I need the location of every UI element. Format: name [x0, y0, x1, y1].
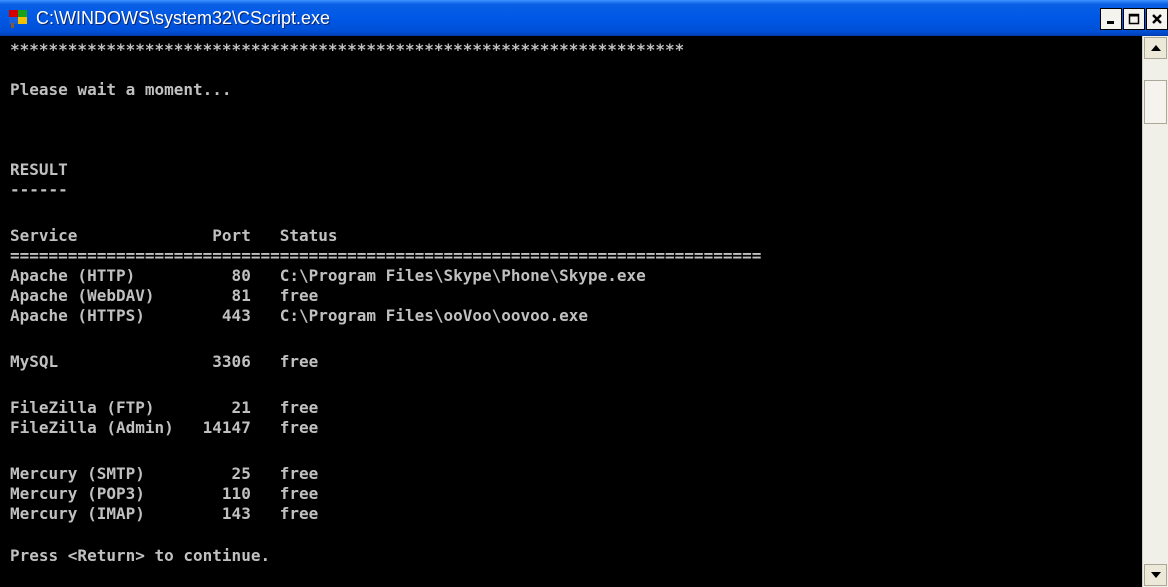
console-line: ------ [10, 180, 68, 199]
console-line: Please wait a moment... [10, 80, 232, 99]
console-line: Mercury (IMAP) 143 free [10, 504, 319, 523]
scroll-down-button[interactable] [1144, 564, 1167, 586]
console-line: Press <Return> to continue. [10, 546, 271, 565]
console-line: Apache (HTTP) 80 C:\Program Files\Skype\… [10, 266, 646, 285]
cscript-icon [9, 10, 27, 28]
console-line: FileZilla (FTP) 21 free [10, 398, 319, 417]
down-arrow-icon [1150, 572, 1161, 578]
minimize-icon [1107, 21, 1114, 24]
vertical-scrollbar[interactable] [1142, 36, 1168, 587]
console-line: MySQL 3306 free [10, 352, 319, 371]
title-bar[interactable]: C:\WINDOWS\system32\CScript.exe [0, 0, 1168, 36]
close-button[interactable] [1146, 8, 1168, 30]
console-line: Mercury (POP3) 110 free [10, 484, 319, 503]
console-window: C:\WINDOWS\system32\CScript.exe ********… [0, 0, 1168, 587]
maximize-button[interactable] [1123, 8, 1145, 30]
scroll-up-button[interactable] [1144, 37, 1167, 59]
close-icon [1152, 14, 1162, 24]
console-line: ****************************************… [10, 40, 685, 59]
minimize-button[interactable] [1100, 8, 1122, 30]
up-arrow-icon [1150, 45, 1161, 51]
scroll-thumb[interactable] [1144, 80, 1167, 124]
console-line: RESULT [10, 160, 68, 179]
console-line: Apache (HTTPS) 443 C:\Program Files\ooVo… [10, 306, 588, 325]
console-line: Mercury (SMTP) 25 free [10, 464, 319, 483]
console-output[interactable]: ****************************************… [0, 36, 1142, 587]
console-line: ========================================… [10, 246, 762, 265]
console-line: Service Port Status [10, 226, 338, 245]
console-line: FileZilla (Admin) 14147 free [10, 418, 319, 437]
window-title: C:\WINDOWS\system32\CScript.exe [36, 8, 331, 28]
maximize-icon [1128, 13, 1140, 25]
console-line: Apache (WebDAV) 81 free [10, 286, 319, 305]
